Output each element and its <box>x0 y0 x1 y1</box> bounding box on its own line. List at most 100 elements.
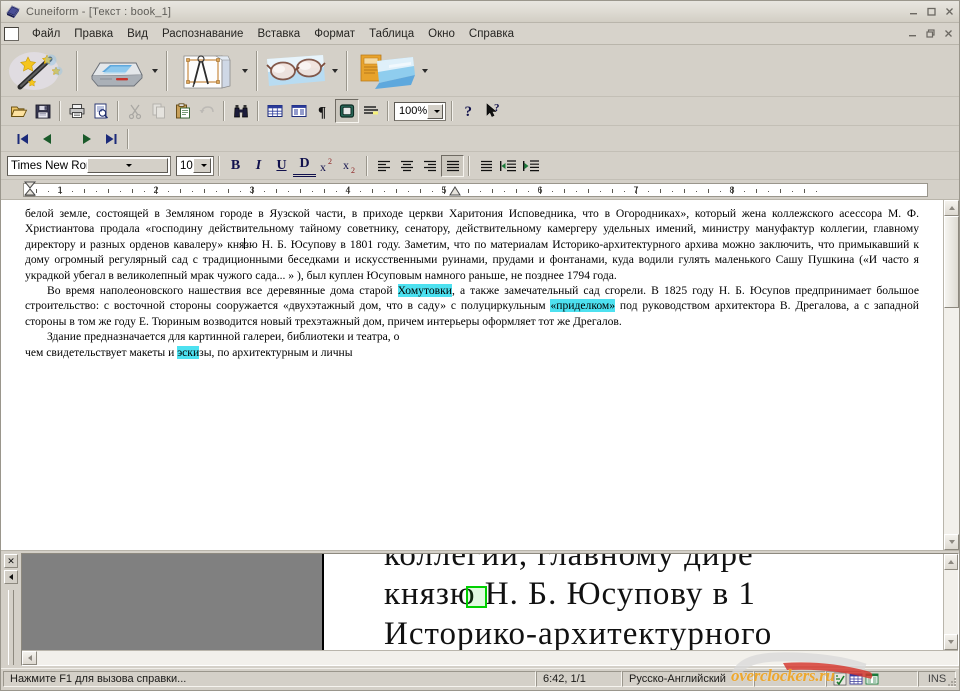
bold-button[interactable]: B <box>224 155 247 177</box>
menu-table[interactable]: Таблица <box>362 25 421 43</box>
paragraph-marks-button[interactable]: ¶ <box>311 99 335 123</box>
close-pane-button[interactable]: ✕ <box>4 554 18 568</box>
insert-table-button[interactable] <box>263 99 287 123</box>
align-right-button[interactable] <box>418 155 441 177</box>
export-dropdown-arrow[interactable] <box>419 48 431 94</box>
last-page-button[interactable] <box>99 127 123 151</box>
image-scroll-up-button[interactable] <box>944 554 958 570</box>
zoom-combo[interactable]: 100% <box>394 102 446 121</box>
zoom-dropdown-button[interactable] <box>427 104 443 119</box>
menu-format[interactable]: Формат <box>307 25 362 43</box>
ruler-tick <box>816 191 817 192</box>
resize-grip[interactable] <box>944 675 958 689</box>
find-button[interactable] <box>229 99 253 123</box>
print-button[interactable] <box>65 99 89 123</box>
text-block-button[interactable] <box>359 99 383 123</box>
table-properties-button[interactable] <box>287 99 311 123</box>
mdi-close-button[interactable] <box>940 27 956 41</box>
toolbar-separator <box>59 101 61 121</box>
menu-window[interactable]: Окно <box>421 25 462 43</box>
horizontal-ruler[interactable]: 12345678 <box>23 183 928 197</box>
table-view-icon[interactable] <box>849 672 863 686</box>
right-indent-marker[interactable] <box>448 181 462 197</box>
decrease-indent-button[interactable] <box>497 155 520 177</box>
ruler-number: 1 <box>57 185 62 196</box>
undo-arrow-icon <box>198 102 216 120</box>
image-scroll-down-button[interactable] <box>944 634 958 650</box>
font-size-dropdown-button[interactable] <box>193 158 211 173</box>
underline-button[interactable]: U <box>270 155 293 177</box>
toolbar-separator <box>468 156 470 176</box>
maximize-button[interactable] <box>923 5 939 19</box>
list-view-icon[interactable] <box>865 672 879 686</box>
layout-dropdown-arrow[interactable] <box>239 48 251 94</box>
line-spacing-button[interactable] <box>474 155 497 177</box>
pane-splitter-rail[interactable] <box>8 590 14 665</box>
scroll-up-button[interactable] <box>944 200 959 216</box>
recognize-button[interactable] <box>263 48 329 94</box>
skip-back-icon <box>15 131 31 147</box>
export-button[interactable] <box>353 48 419 94</box>
spell-check-icon[interactable] <box>833 672 847 686</box>
document-page: белой земле, состоящей в Земляном городе… <box>1 200 943 550</box>
align-justify-button[interactable] <box>441 155 464 177</box>
close-button[interactable] <box>941 5 957 19</box>
superscript-button[interactable]: x 2 <box>316 155 339 177</box>
image-vertical-scrollbar[interactable] <box>943 554 958 650</box>
ruler-tick <box>804 189 805 193</box>
help-button[interactable]: ? <box>457 99 481 123</box>
minimize-button[interactable] <box>905 5 921 19</box>
italic-button[interactable]: I <box>247 155 270 177</box>
left-indent-marker[interactable] <box>23 181 37 197</box>
mdi-restore-button[interactable] <box>922 27 938 41</box>
mdi-minimize-button[interactable] <box>904 27 920 41</box>
next-page-button[interactable] <box>75 127 99 151</box>
menu-insert[interactable]: Вставка <box>250 25 307 43</box>
layout-analysis-button[interactable] <box>173 48 239 94</box>
open-button[interactable] <box>7 99 31 123</box>
image-scroll-left-button[interactable] <box>22 651 37 665</box>
toolbar-separator <box>366 156 368 176</box>
context-help-button[interactable]: ? <box>481 99 505 123</box>
menu-file[interactable]: Файл <box>25 25 67 43</box>
font-family-dropdown-button[interactable] <box>87 158 168 173</box>
ruler-tick <box>372 189 373 193</box>
document-vertical-scrollbar[interactable] <box>943 200 959 550</box>
text-editor[interactable]: белой земле, состоящей в Земляном городе… <box>1 200 943 550</box>
scan-and-read-wizard-button[interactable] <box>5 48 71 94</box>
first-page-button[interactable] <box>11 127 35 151</box>
scroll-track[interactable] <box>944 216 959 534</box>
font-size-combo[interactable]: 10 <box>176 156 214 176</box>
magic-wand-icon <box>8 49 68 93</box>
ruler-tick <box>360 191 361 192</box>
menu-edit[interactable]: Правка <box>67 25 120 43</box>
document-system-menu-icon[interactable] <box>4 27 19 41</box>
frame-button[interactable] <box>335 99 359 123</box>
menu-help[interactable]: Справка <box>462 25 521 43</box>
scroll-thumb[interactable] <box>944 216 959 308</box>
image-canvas[interactable]: коллегии, главному дире князю Н. Б. Юсуп… <box>22 554 943 650</box>
previous-page-button[interactable] <box>35 127 59 151</box>
double-underline-button[interactable]: D <box>293 155 316 177</box>
menu-view[interactable]: Вид <box>120 25 155 43</box>
image-hscroll-track[interactable] <box>37 651 958 665</box>
paste-button[interactable] <box>171 99 195 123</box>
ruler-tick <box>648 191 649 192</box>
increase-indent-button[interactable] <box>520 155 543 177</box>
font-family-combo[interactable]: Times New Roman <box>7 156 171 176</box>
image-scroll-track[interactable] <box>944 570 958 634</box>
align-center-button[interactable] <box>395 155 418 177</box>
scroll-down-button[interactable] <box>944 534 959 550</box>
collapse-pane-button[interactable] <box>4 570 18 584</box>
subscript-button[interactable]: x 2 <box>339 155 362 177</box>
save-button[interactable] <box>31 99 55 123</box>
align-left-button[interactable] <box>372 155 395 177</box>
menu-recognition[interactable]: Распознавание <box>155 25 251 43</box>
image-horizontal-scrollbar[interactable] <box>22 650 958 665</box>
scan-button[interactable] <box>83 48 149 94</box>
recognize-dropdown-arrow[interactable] <box>329 48 341 94</box>
print-preview-button[interactable] <box>89 99 113 123</box>
standard-toolbar: ¶ 100% ? ? <box>1 97 959 126</box>
scan-dropdown-arrow[interactable] <box>149 48 161 94</box>
selected-character-box[interactable] <box>466 586 487 608</box>
